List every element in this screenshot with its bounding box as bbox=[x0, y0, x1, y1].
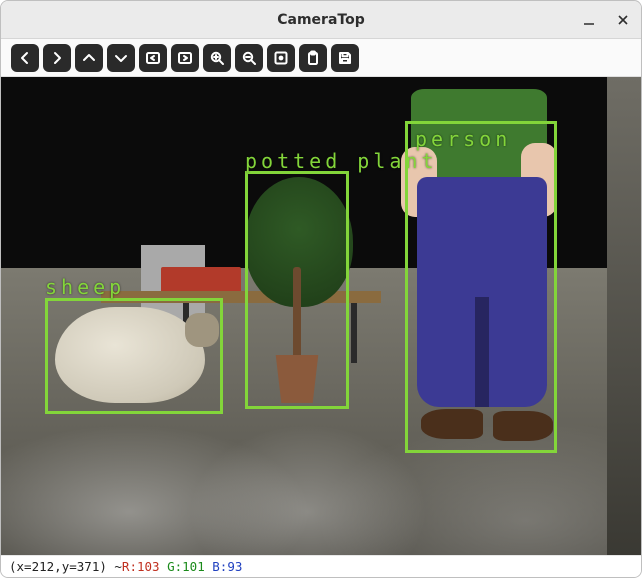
image-left-icon bbox=[145, 50, 161, 66]
back-button[interactable] bbox=[11, 44, 39, 72]
status-bval: 93 bbox=[227, 559, 242, 574]
status-rval: 103 bbox=[137, 559, 160, 574]
zoom-out-icon bbox=[241, 50, 257, 66]
image-right-icon bbox=[177, 50, 193, 66]
save-icon bbox=[337, 50, 353, 66]
status-sep: , bbox=[54, 559, 62, 574]
arrow-up-icon bbox=[81, 50, 97, 66]
image-viewport[interactable]: sheep potted plant person bbox=[1, 77, 641, 555]
arrow-right-icon bbox=[49, 50, 65, 66]
status-blab: B: bbox=[212, 559, 227, 574]
copy-button[interactable] bbox=[299, 44, 327, 72]
status-open: ( bbox=[9, 559, 17, 574]
detection-label: sheep bbox=[45, 275, 125, 299]
forward-button[interactable] bbox=[43, 44, 71, 72]
close-icon bbox=[616, 13, 630, 27]
detection-label: person bbox=[415, 127, 511, 151]
scene-rightwall bbox=[607, 77, 641, 555]
zoom-in-icon bbox=[209, 50, 225, 66]
close-button[interactable] bbox=[611, 8, 635, 32]
fit-screen-button[interactable] bbox=[267, 44, 295, 72]
status-xval: 212 bbox=[32, 559, 55, 574]
save-button[interactable] bbox=[331, 44, 359, 72]
status-close: ) ~ bbox=[99, 559, 122, 574]
window-title: CameraTop bbox=[277, 12, 365, 28]
scene-red-crate bbox=[161, 267, 241, 293]
pan-up-button[interactable] bbox=[75, 44, 103, 72]
frame-prev-button[interactable] bbox=[139, 44, 167, 72]
minimize-button[interactable] bbox=[577, 8, 601, 32]
status-rlab: R: bbox=[122, 559, 137, 574]
clipboard-icon bbox=[305, 50, 321, 66]
detection-box bbox=[245, 171, 349, 409]
statusbar: ( x= 212 , y= 371 ) ~ R: 103 G: 101 B: 9… bbox=[1, 555, 641, 577]
scene-table-leg bbox=[351, 303, 357, 363]
minimize-icon bbox=[582, 13, 596, 27]
status-xlab: x= bbox=[17, 559, 32, 574]
status-glab: G: bbox=[167, 559, 182, 574]
toolbar bbox=[1, 39, 641, 77]
detection-box bbox=[405, 121, 557, 453]
titlebar: CameraTop bbox=[1, 1, 641, 39]
arrow-down-icon bbox=[113, 50, 129, 66]
fit-screen-icon bbox=[273, 50, 289, 66]
frame-next-button[interactable] bbox=[171, 44, 199, 72]
app-window: CameraTop bbox=[0, 0, 642, 578]
zoom-out-button[interactable] bbox=[235, 44, 263, 72]
zoom-in-button[interactable] bbox=[203, 44, 231, 72]
detection-box bbox=[45, 298, 223, 414]
status-gval: 101 bbox=[182, 559, 205, 574]
status-yval: 371 bbox=[77, 559, 100, 574]
arrow-left-icon bbox=[17, 50, 33, 66]
status-ylab: y= bbox=[62, 559, 77, 574]
pan-down-button[interactable] bbox=[107, 44, 135, 72]
window-controls bbox=[577, 1, 635, 39]
